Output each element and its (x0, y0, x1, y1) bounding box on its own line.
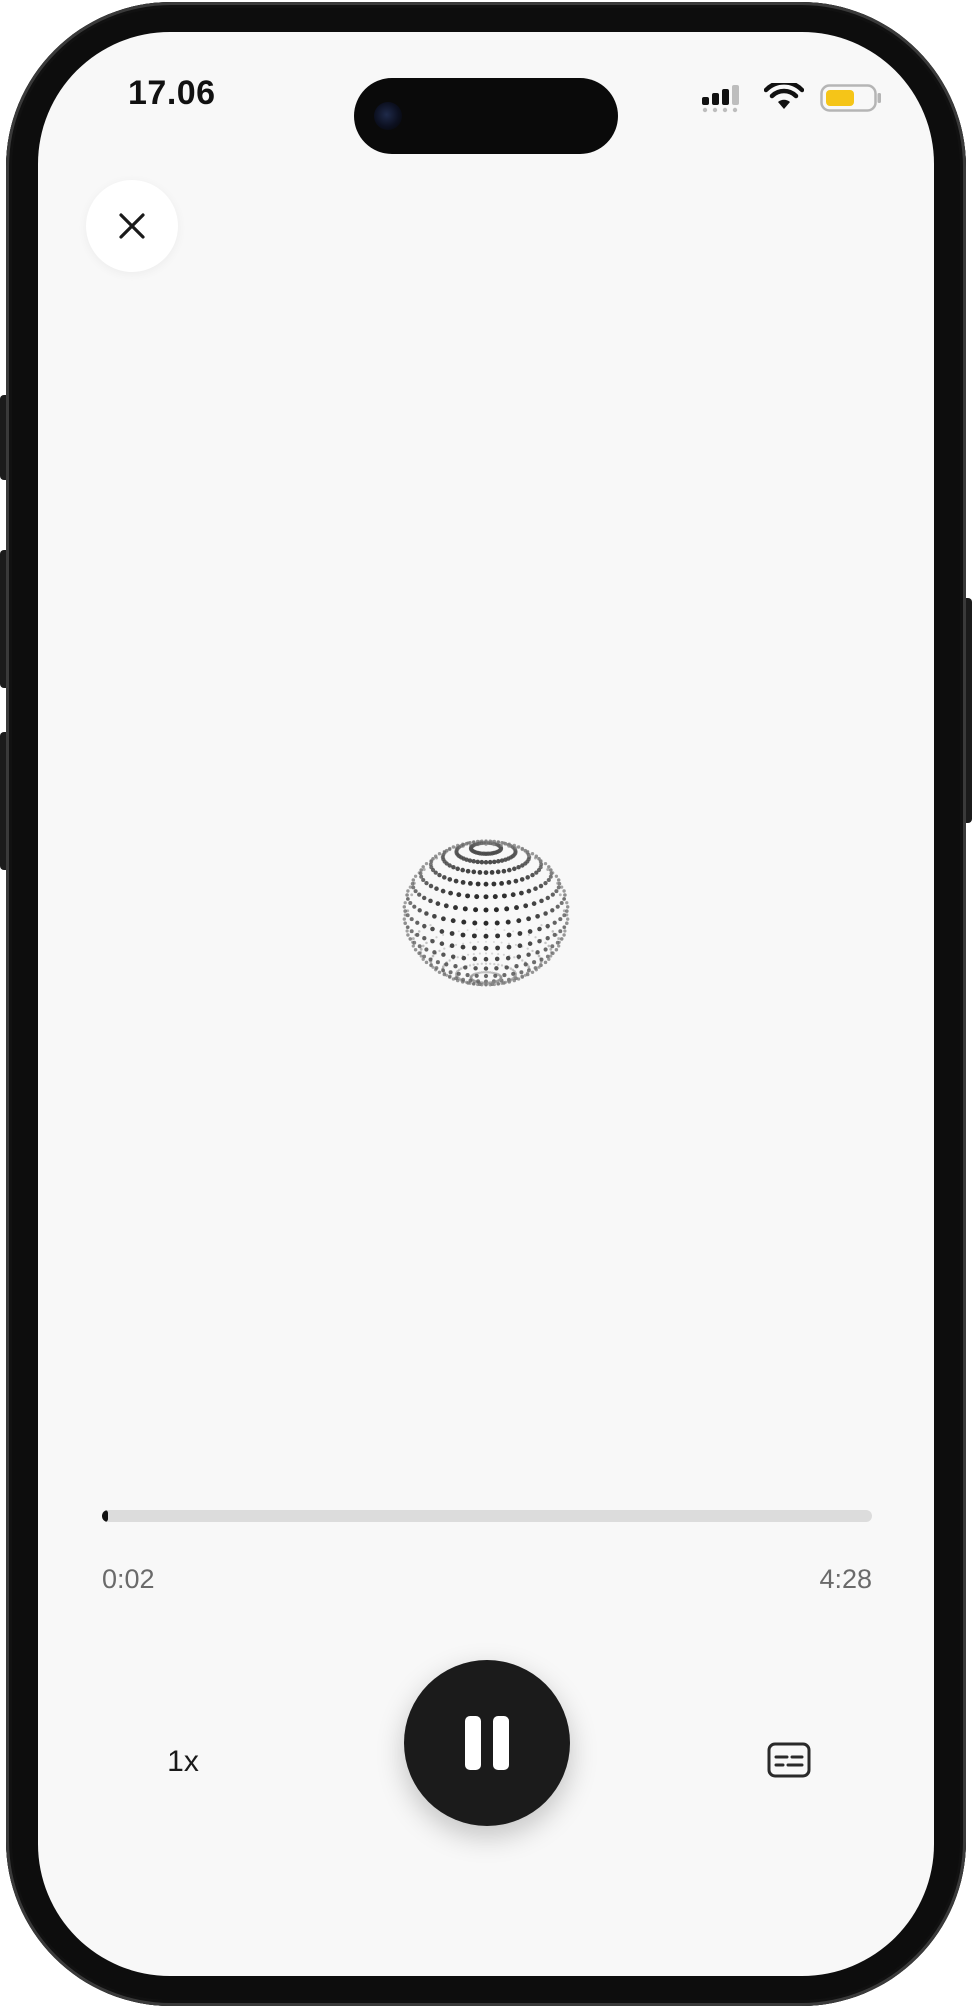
captions-icon (767, 1742, 811, 1778)
battery-icon (820, 84, 881, 112)
device-stage: 17.06 0:02 4:28 1x (0, 0, 972, 2010)
front-camera-icon (374, 102, 402, 130)
progress-bar[interactable] (102, 1510, 872, 1522)
dynamic-island (354, 78, 618, 154)
status-time: 17.06 (128, 74, 216, 112)
phone-frame: 17.06 0:02 4:28 1x (6, 2, 966, 2006)
close-button[interactable] (86, 180, 178, 272)
pause-button[interactable] (404, 1660, 570, 1826)
cellular-signal-icon (702, 85, 739, 113)
app-screen: 17.06 0:02 4:28 1x (38, 32, 934, 1976)
wifi-icon (764, 83, 804, 109)
close-icon (119, 213, 145, 239)
dotted-sphere-icon (402, 839, 570, 987)
total-time: 4:28 (819, 1564, 872, 1594)
playback-speed-button[interactable]: 1x (148, 1732, 218, 1792)
status-icons (700, 80, 882, 116)
elapsed-time: 0:02 (102, 1564, 155, 1594)
captions-button[interactable] (764, 1735, 814, 1785)
pause-icon (465, 1716, 509, 1770)
progress-fill (102, 1510, 109, 1522)
